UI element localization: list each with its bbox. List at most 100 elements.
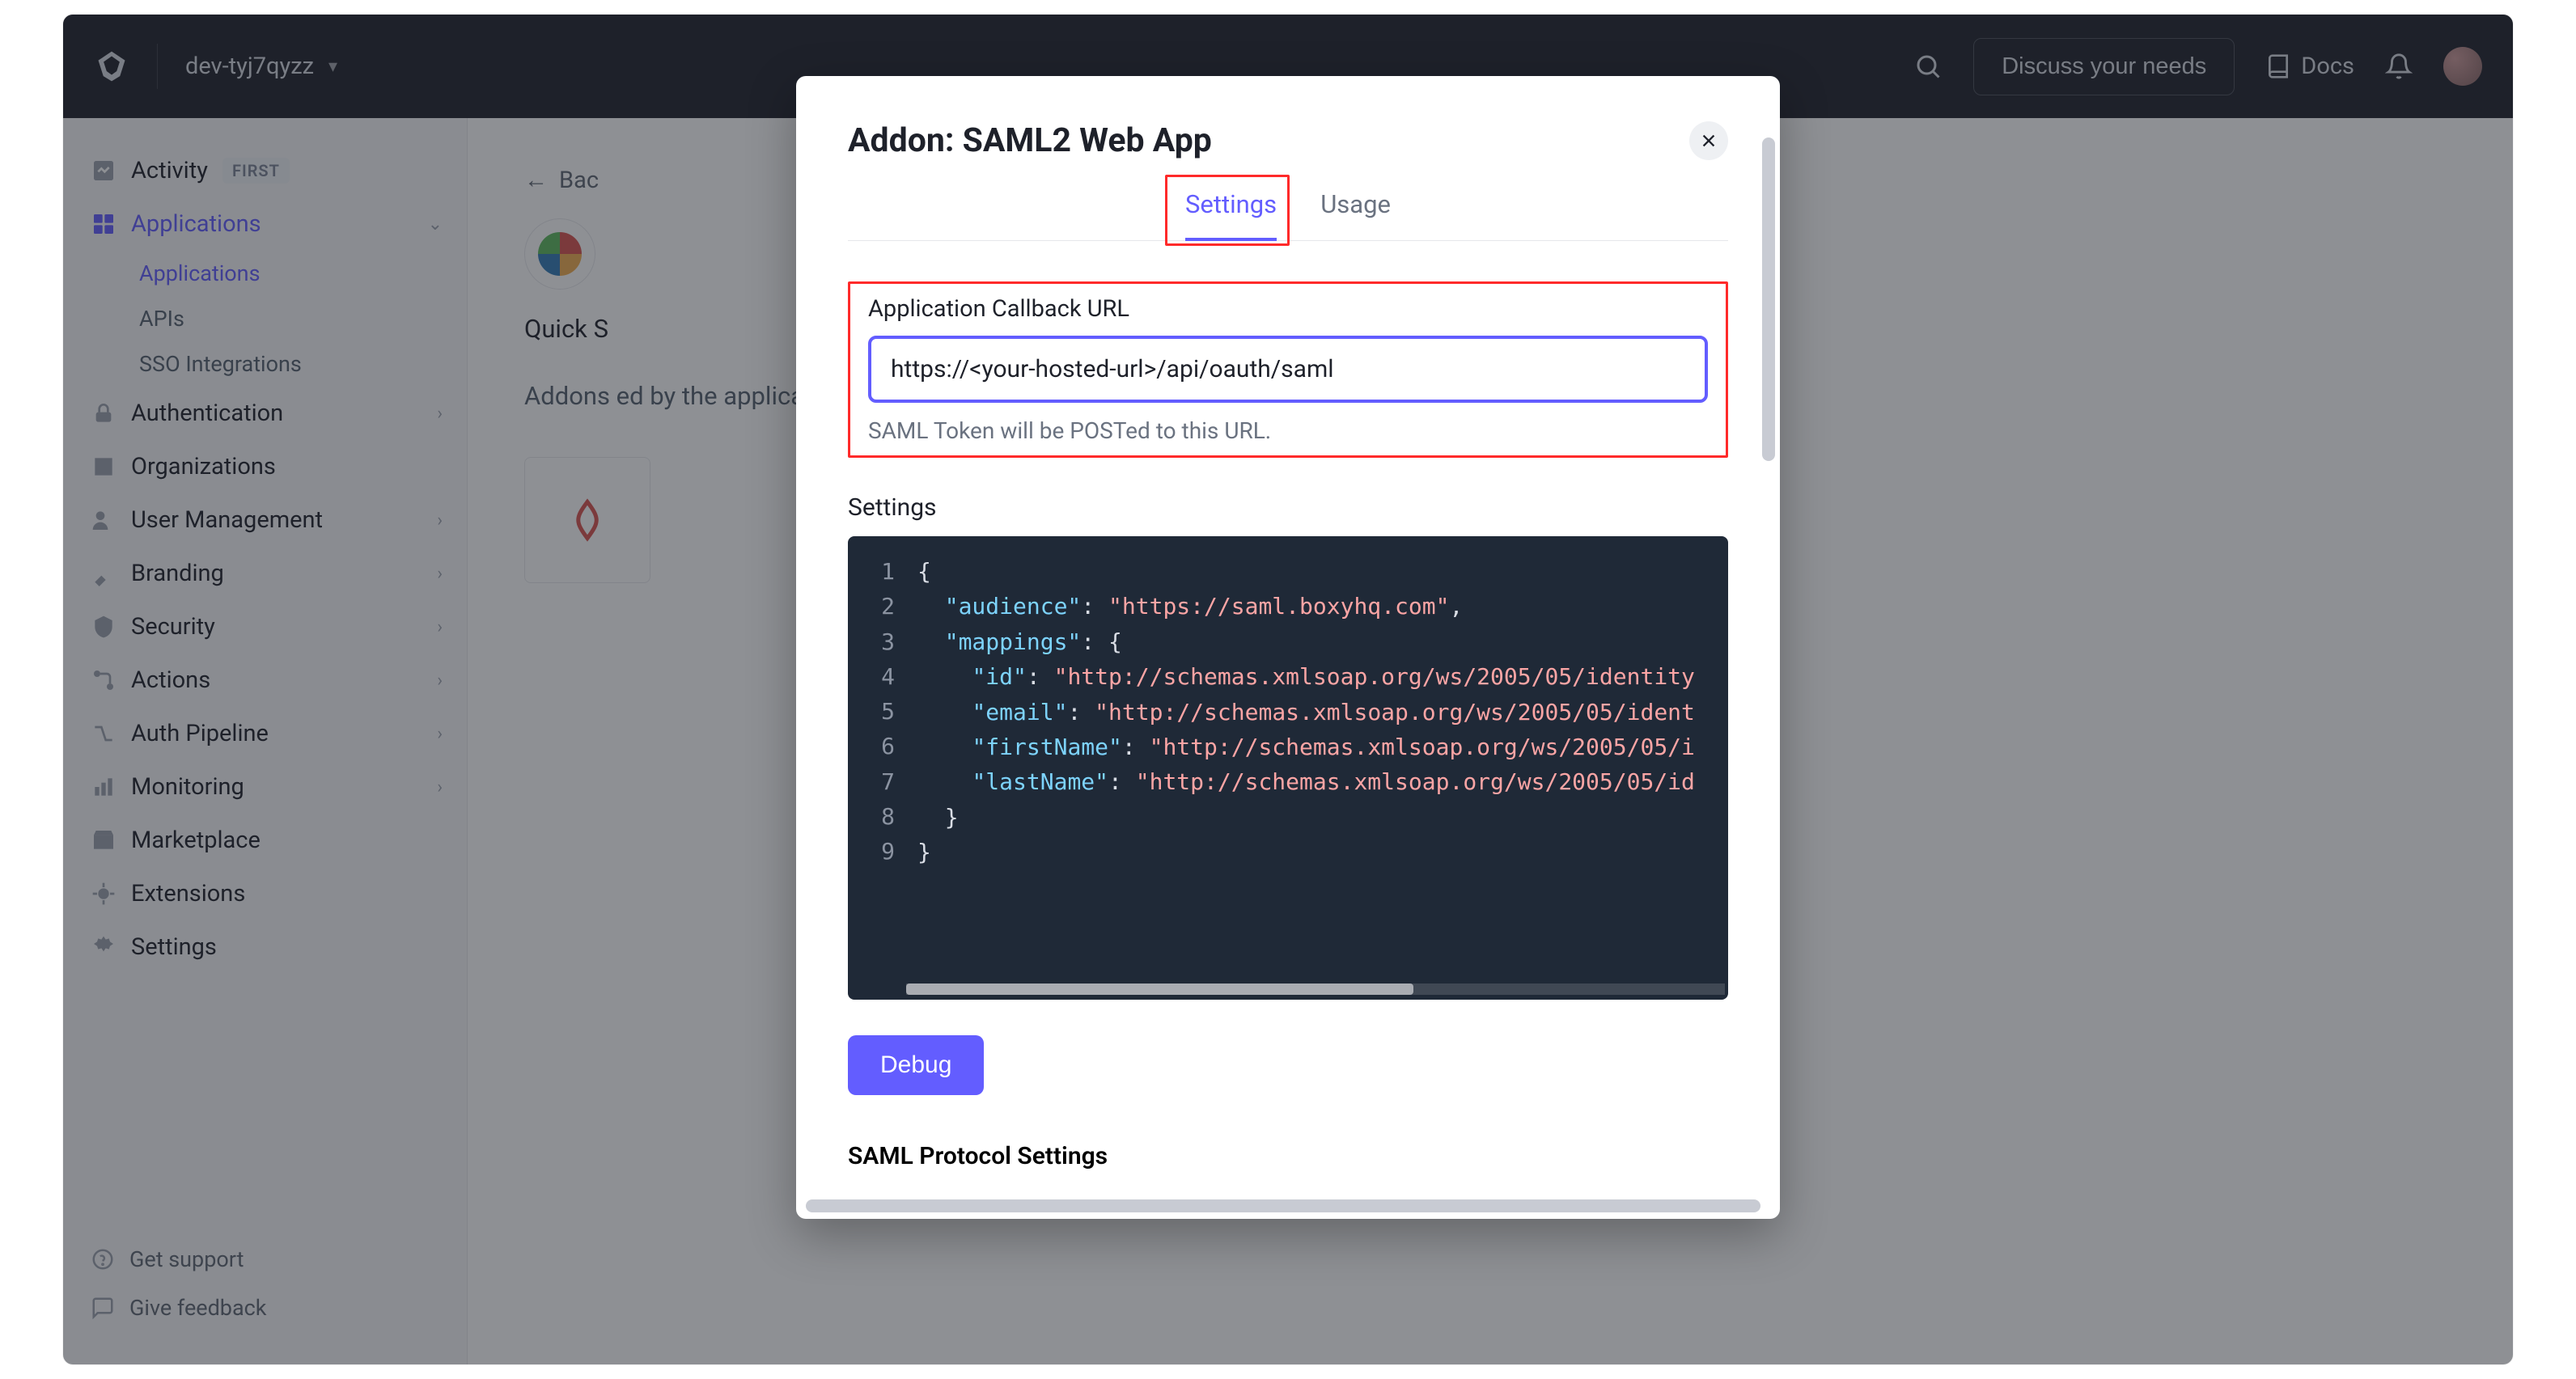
line-number: 8 [848,799,895,834]
topbar-right: Discuss your needs Docs [1913,38,2482,95]
code-token: : [1081,593,1108,620]
line-number: 4 [848,659,895,694]
sidebar-item-monitoring[interactable]: Monitoring › [63,760,467,814]
settings-code-editor[interactable]: 1 2 3 4 5 6 7 8 9 { "audience": "https:/… [848,536,1728,1000]
get-support-link[interactable]: Get support [63,1235,467,1284]
modal-vertical-scrollbar[interactable] [1762,137,1775,461]
code-token: "audience" [945,593,1082,620]
addon-card[interactable] [524,457,650,583]
help-icon [91,1247,115,1271]
modal-tabs: Settings Usage [848,189,1728,241]
sidebar-item-applications[interactable]: Applications ⌄ [63,197,467,251]
chevron-right-icon: › [437,404,443,424]
sidebar-sub-applications[interactable]: Applications [63,251,467,296]
marketplace-icon [91,827,117,853]
line-number: 2 [848,589,895,624]
close-icon [1700,132,1718,150]
scrollbar-thumb[interactable] [906,983,1413,995]
code-content: { "audience": "https://saml.boxyhq.com",… [848,536,1728,1000]
logo-wrap [94,49,129,84]
sidebar-label: Branding [131,560,224,587]
chevron-right-icon: › [437,670,443,691]
code-token: "lastName" [972,768,1108,795]
pipeline-icon [91,721,117,747]
sidebar-item-auth-pipeline[interactable]: Auth Pipeline › [63,707,467,760]
sidebar-item-activity[interactable]: Activity FIRST [63,144,467,197]
code-token: "id" [972,663,1026,690]
code-token: : [1122,734,1150,760]
footer-label: Give feedback [129,1295,266,1321]
search-icon[interactable] [1913,52,1943,81]
sidebar-item-security[interactable]: Security › [63,600,467,654]
sidebar-item-actions[interactable]: Actions › [63,654,467,707]
code-token: "http://schemas.xmlsoap.org/ws/2005/05/i… [1054,663,1695,690]
first-badge: FIRST [222,158,290,184]
code-token: "http://schemas.xmlsoap.org/ws/2005/05/i… [1095,699,1695,725]
applications-icon [91,211,117,237]
give-feedback-link[interactable]: Give feedback [63,1284,467,1332]
tab-usage[interactable]: Usage [1320,189,1391,240]
discuss-button[interactable]: Discuss your needs [1973,38,2235,95]
chevron-right-icon: › [437,777,443,797]
modal-horizontal-scrollbar[interactable] [806,1199,1760,1212]
tab-settings[interactable]: Settings [1185,189,1277,240]
code-token: "email" [972,699,1067,725]
docs-link[interactable]: Docs [2265,53,2354,80]
modal-body: Application Callback URL SAML Token will… [796,241,1780,1219]
tenant-dropdown[interactable]: dev-tyj7qyzz ▾ [185,53,337,80]
modal-inner: Addon: SAML2 Web App Settings Usage Appl… [796,121,1780,1219]
chevron-right-icon: › [437,617,443,637]
callback-url-hint: SAML Token will be POSTed to this URL. [868,417,1708,444]
sidebar: Activity FIRST Applications ⌄ Applicatio… [63,118,468,1364]
chevron-right-icon: › [437,724,443,744]
chevron-right-icon: › [437,564,443,584]
sidebar-sub-sso[interactable]: SSO Integrations [63,341,467,387]
debug-button[interactable]: Debug [848,1035,984,1095]
callback-url-input[interactable] [868,336,1708,403]
sidebar-label: Activity [131,157,208,184]
sidebar-footer: Get support Give feedback [63,1219,467,1364]
sidebar-label: Applications [131,210,261,238]
sidebar-item-organizations[interactable]: Organizations [63,440,467,493]
code-horizontal-scrollbar[interactable] [906,983,1725,995]
divider [157,44,158,89]
app-window: dev-tyj7qyzz ▾ Discuss your needs Docs A… [63,15,2513,1364]
code-token: { [1108,628,1122,655]
sidebar-item-user-management[interactable]: User Management › [63,493,467,547]
line-number: 9 [848,834,895,869]
code-token: : [1067,699,1095,725]
sidebar-item-extensions[interactable]: Extensions [63,867,467,920]
code-token: : [1027,663,1054,690]
activity-icon [91,158,117,184]
chevron-down-icon: ▾ [328,57,337,77]
saml-addon-icon [563,496,612,544]
code-token: "http://schemas.xmlsoap.org/ws/2005/05/i [1150,734,1695,760]
sidebar-item-branding[interactable]: Branding › [63,547,467,600]
chevron-down-icon: ⌄ [428,214,443,235]
bell-icon[interactable] [2385,53,2413,80]
sidebar-label: User Management [131,506,323,534]
brush-icon [91,560,117,586]
modal-title: Addon: SAML2 Web App [848,121,1212,160]
sidebar-label: Auth Pipeline [131,720,269,747]
code-gutter: 1 2 3 4 5 6 7 8 9 [848,536,906,1000]
code-token: } [917,804,959,831]
avatar[interactable] [2443,47,2482,86]
sidebar-item-settings[interactable]: Settings [63,920,467,974]
callback-url-section: Application Callback URL SAML Token will… [848,281,1728,458]
code-token: "firstName" [972,734,1121,760]
flow-icon [91,667,117,693]
sidebar-label: Extensions [131,880,245,907]
code-token: , [1449,593,1463,620]
addon-modal: Addon: SAML2 Web App Settings Usage Appl… [796,76,1780,1219]
sidebar-item-marketplace[interactable]: Marketplace [63,814,467,867]
puzzle-icon [91,881,117,907]
docs-label: Docs [2301,53,2354,80]
sidebar-sub-apis[interactable]: APIs [63,296,467,341]
settings-code-label: Settings [848,493,1728,522]
chat-icon [91,1296,115,1320]
close-button[interactable] [1689,121,1728,160]
app-logo [524,218,595,290]
sidebar-item-authentication[interactable]: Authentication › [63,387,467,440]
line-number: 1 [848,554,895,589]
